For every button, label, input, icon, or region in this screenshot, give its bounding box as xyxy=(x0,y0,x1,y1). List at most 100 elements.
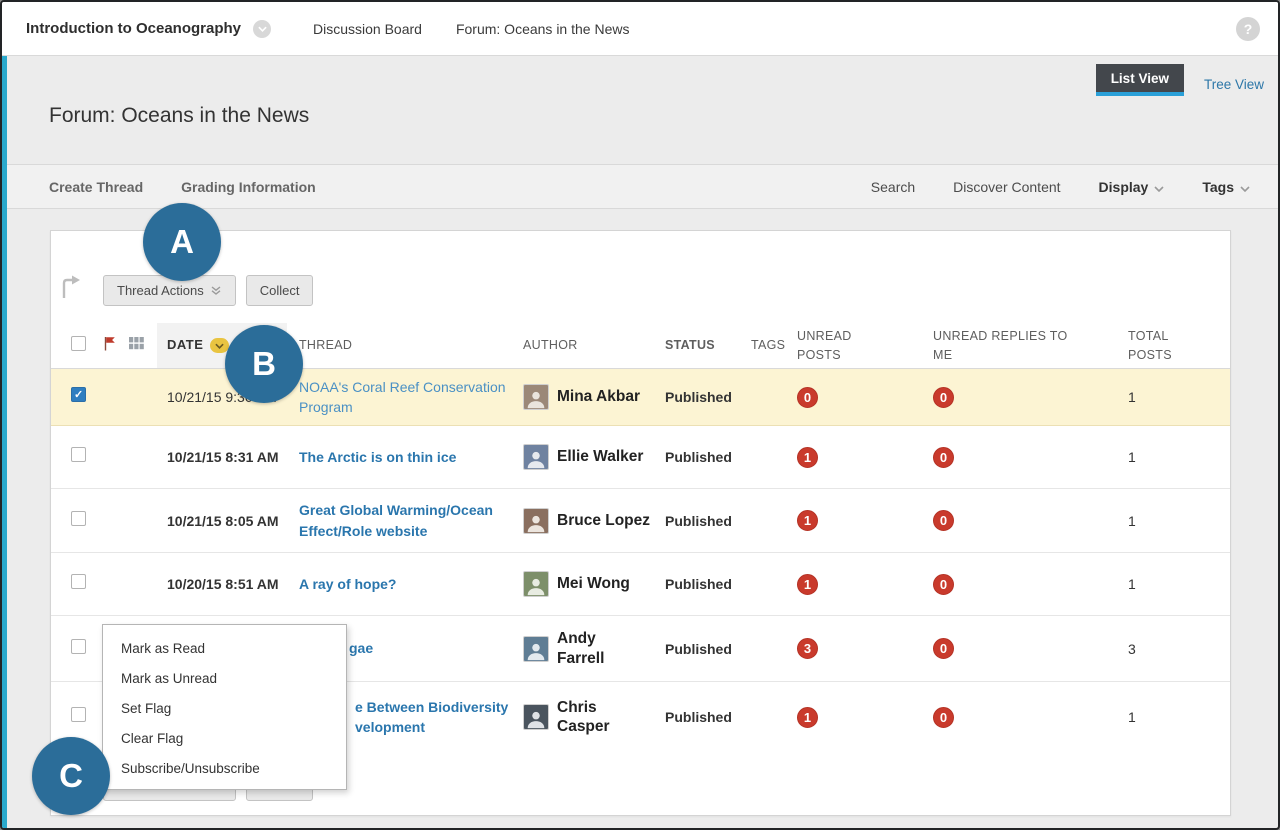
row-checkbox[interactable] xyxy=(71,447,86,462)
course-menu-chevron-icon[interactable] xyxy=(253,20,271,38)
annotation-circle-c: C xyxy=(32,737,110,815)
tab-tree-view[interactable]: Tree View xyxy=(1204,73,1264,92)
thread-actions-label: Thread Actions xyxy=(117,283,204,298)
total-posts-count: 1 xyxy=(1125,513,1225,529)
table-row: 10/21/15 8:31 AM The Arctic is on thin i… xyxy=(51,426,1230,489)
tab-list-view[interactable]: List View xyxy=(1096,64,1184,96)
view-tabs: List View Tree View xyxy=(2,56,1278,100)
avatar xyxy=(523,384,549,410)
total-posts-count: 1 xyxy=(1125,576,1225,592)
unread-posts-badge: 1 xyxy=(797,447,818,468)
column-header-status: STATUS xyxy=(665,336,715,354)
thread-actions-context-menu: Mark as Read Mark as Unread Set Flag Cle… xyxy=(102,624,347,790)
status-label: Published xyxy=(659,449,747,465)
total-posts-count: 3 xyxy=(1125,641,1225,657)
discussion-board-screen: Introduction to Oceanography Discussion … xyxy=(0,0,1280,830)
breadcrumb-forum: Forum: Oceans in the News xyxy=(456,21,630,37)
avatar xyxy=(523,444,549,470)
thread-link[interactable]: Great Global Warming/Ocean Effect/Role w… xyxy=(299,500,511,541)
thread-link[interactable]: NOAA's Coral Reef Conservation Program xyxy=(299,377,511,418)
avatar xyxy=(523,636,549,662)
top-navigation-bar: Introduction to Oceanography Discussion … xyxy=(2,2,1278,56)
unread-posts-badge: 1 xyxy=(797,707,818,728)
page-title: Forum: Oceans in the News xyxy=(49,104,1278,128)
menu-item-clear-flag[interactable]: Clear Flag xyxy=(103,724,346,754)
menu-item-mark-as-unread[interactable]: Mark as Unread xyxy=(103,664,346,694)
column-header-author: AUTHOR xyxy=(523,336,578,354)
status-label: Published xyxy=(659,641,747,657)
breadcrumb-discussion-board[interactable]: Discussion Board xyxy=(313,21,422,37)
unread-posts-badge: 3 xyxy=(797,638,818,659)
status-label: Published xyxy=(659,513,747,529)
unread-replies-badge: 0 xyxy=(933,447,954,468)
table-row: 10/21/15 8:05 AM Great Global Warming/Oc… xyxy=(51,489,1230,553)
total-posts-count: 1 xyxy=(1125,709,1225,725)
row-checkbox[interactable] xyxy=(71,707,86,722)
thread-date: 10/20/15 8:51 AM xyxy=(157,576,287,592)
unread-replies-badge: 0 xyxy=(933,510,954,531)
total-posts-count: 1 xyxy=(1125,449,1225,465)
thread-date: 10/21/15 8:31 AM xyxy=(157,449,287,465)
menu-item-subscribe-unsubscribe[interactable]: Subscribe/Unsubscribe xyxy=(103,754,346,784)
collect-label: Collect xyxy=(260,283,300,298)
tags-label: Tags xyxy=(1202,179,1234,195)
chevron-down-icon xyxy=(1240,179,1250,195)
status-label: Published xyxy=(659,709,747,725)
thread-link[interactable]: The Arctic is on thin ice xyxy=(299,447,456,467)
grading-information-button[interactable]: Grading Information xyxy=(181,179,316,195)
left-accent-stripe xyxy=(2,56,7,828)
author-name: Andy Farrell xyxy=(557,629,604,668)
column-header-unread-replies: UNREAD REPLIES TO ME xyxy=(933,327,1083,363)
create-thread-button[interactable]: Create Thread xyxy=(49,179,143,195)
author-name: Ellie Walker xyxy=(557,447,643,466)
column-header-unread-posts: UNREAD POSTS xyxy=(797,327,867,363)
collect-button[interactable]: Collect xyxy=(246,275,314,306)
annotation-circle-a: A xyxy=(143,203,221,281)
indent-arrow-icon xyxy=(59,274,81,300)
thread-link[interactable]: A ray of hope? xyxy=(299,574,397,594)
help-icon[interactable]: ? xyxy=(1236,17,1260,41)
table-row: 10/20/15 8:51 AM A ray of hope? Mei Wong… xyxy=(51,553,1230,616)
avatar xyxy=(523,571,549,597)
grid-columns-icon xyxy=(129,337,144,350)
column-header-tags: TAGS xyxy=(751,336,785,354)
discover-content-button[interactable]: Discover Content xyxy=(953,179,1060,195)
menu-item-set-flag[interactable]: Set Flag xyxy=(103,694,346,724)
top-toolbar: Thread Actions Collect xyxy=(51,231,1230,305)
row-checkbox[interactable] xyxy=(71,387,86,402)
unread-posts-badge: 0 xyxy=(797,387,818,408)
search-button[interactable]: Search xyxy=(871,179,915,195)
status-label: Published xyxy=(659,576,747,592)
total-posts-count: 1 xyxy=(1125,389,1225,405)
avatar xyxy=(523,704,549,730)
action-bar: Create Thread Grading Information Search… xyxy=(2,164,1278,209)
menu-item-mark-as-read[interactable]: Mark as Read xyxy=(103,634,346,664)
select-all-checkbox[interactable] xyxy=(71,336,86,351)
course-title: Introduction to Oceanography xyxy=(26,20,241,37)
tags-menu-button[interactable]: Tags xyxy=(1202,179,1250,195)
author-name: Chris Casper xyxy=(557,698,610,737)
flag-icon xyxy=(103,336,116,351)
avatar xyxy=(523,508,549,534)
double-chevron-down-icon xyxy=(211,286,222,295)
display-label: Display xyxy=(1099,179,1149,195)
date-header-label: DATE xyxy=(167,336,203,355)
column-header-total-posts: TOTAL POSTS xyxy=(1128,327,1184,363)
thread-date: 10/21/15 8:05 AM xyxy=(157,513,287,529)
unread-replies-badge: 0 xyxy=(933,638,954,659)
author-name: Mina Akbar xyxy=(557,387,640,406)
column-header-thread: THREAD xyxy=(299,336,352,354)
unread-posts-badge: 1 xyxy=(797,574,818,595)
author-name: Bruce Lopez xyxy=(557,511,650,530)
row-checkbox[interactable] xyxy=(71,511,86,526)
unread-replies-badge: 0 xyxy=(933,387,954,408)
unread-replies-badge: 0 xyxy=(933,707,954,728)
unread-replies-badge: 0 xyxy=(933,574,954,595)
author-name: Mei Wong xyxy=(557,574,630,593)
unread-posts-badge: 1 xyxy=(797,510,818,531)
display-menu-button[interactable]: Display xyxy=(1099,179,1165,195)
annotation-circle-b: B xyxy=(225,325,303,403)
chevron-down-icon xyxy=(1154,179,1164,195)
row-checkbox[interactable] xyxy=(71,639,86,654)
row-checkbox[interactable] xyxy=(71,574,86,589)
